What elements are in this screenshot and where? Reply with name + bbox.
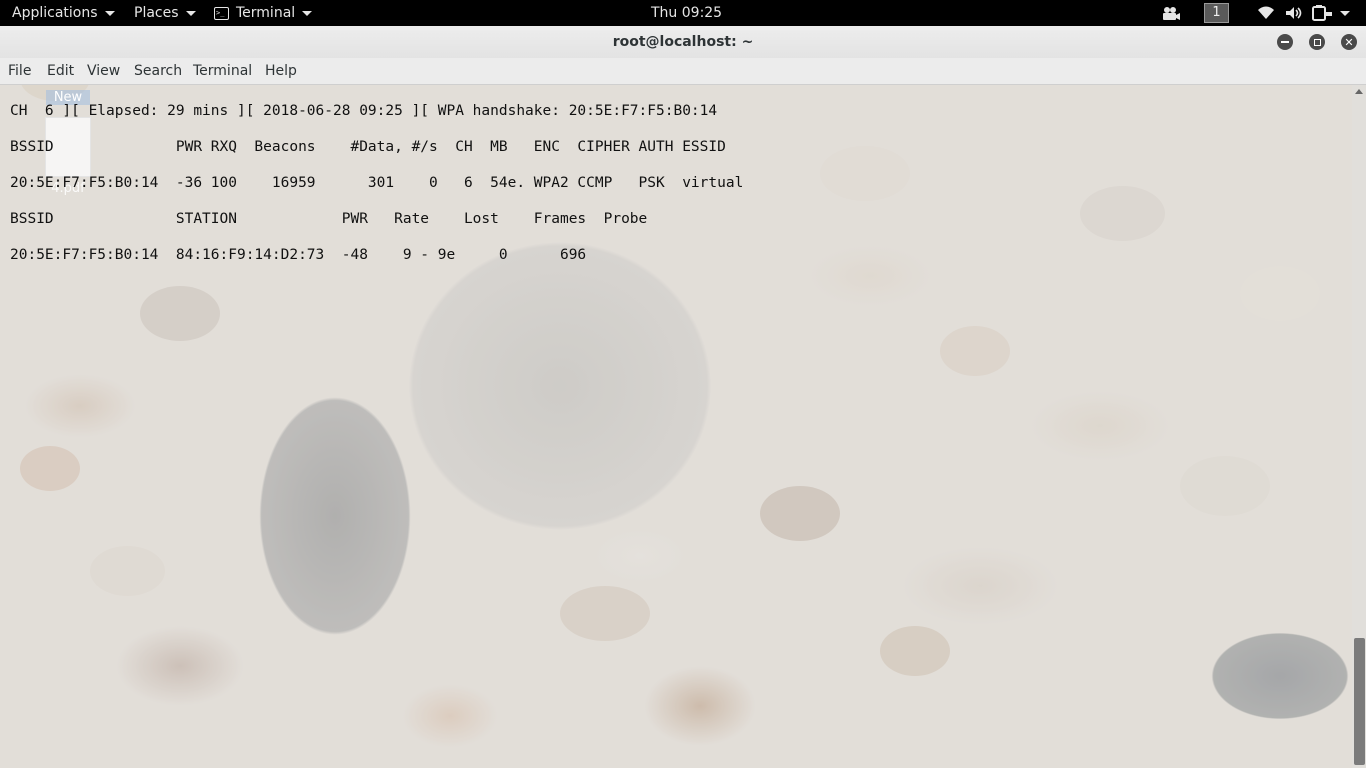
chevron-down-icon: [185, 10, 196, 16]
maximize-icon: [1313, 38, 1321, 46]
menu-terminal[interactable]: Terminal: [193, 58, 252, 84]
chevron-down-icon: [104, 10, 115, 16]
terminal-scrollbar[interactable]: [1352, 85, 1366, 768]
minimize-button[interactable]: [1277, 34, 1293, 50]
video-camera-icon[interactable]: [1162, 0, 1180, 26]
clock[interactable]: Thu 09:25: [651, 0, 722, 26]
menu-help[interactable]: Help: [265, 58, 297, 84]
window-title: root@localhost: ~: [612, 34, 754, 50]
workspace-indicator[interactable]: 1: [1204, 3, 1229, 23]
scroll-up-icon[interactable]: [1355, 89, 1363, 94]
wifi-icon[interactable]: [1257, 0, 1275, 26]
terminal-app-label: Terminal: [236, 5, 296, 21]
terminal-line-station-header: BSSID STATION PWR Rate Lost Frames Probe: [10, 211, 648, 227]
battery-plug-icon[interactable]: [1312, 0, 1332, 26]
applications-label: Applications: [12, 5, 98, 21]
maximize-button[interactable]: [1309, 34, 1325, 50]
terminal-app-menu[interactable]: Terminal: [214, 0, 313, 26]
minimize-icon: [1281, 41, 1289, 43]
places-menu[interactable]: Places: [134, 0, 196, 26]
menu-file[interactable]: File: [8, 58, 31, 84]
terminal-line-station-row: 20:5E:F7:F5:B0:14 84:16:F9:14:D2:73 -48 …: [10, 247, 587, 263]
chevron-down-icon: [302, 10, 313, 16]
terminal-line-ap-row: 20:5E:F7:F5:B0:14 -36 100 16959 301 0 6 …: [10, 175, 744, 191]
top-panel: Applications Places Terminal Thu 09:25 1: [0, 0, 1366, 26]
places-label: Places: [134, 5, 179, 21]
close-icon: ✕: [1344, 35, 1354, 49]
menu-search[interactable]: Search: [134, 58, 182, 84]
terminal-line-ap-header: BSSID PWR RXQ Beacons #Data, #/s CH MB E…: [10, 139, 726, 155]
menu-edit[interactable]: Edit: [47, 58, 74, 84]
scrollbar-thumb[interactable]: [1354, 638, 1365, 765]
terminal-line-status: CH 6 ][ Elapsed: 29 mins ][ 2018-06-28 0…: [10, 103, 718, 119]
clock-label: Thu 09:25: [651, 5, 723, 21]
system-menu-caret-icon[interactable]: [1340, 0, 1350, 26]
terminal-icon: [214, 0, 229, 26]
menubar: File Edit View Search Terminal Help: [0, 58, 1366, 85]
applications-menu[interactable]: Applications: [12, 0, 115, 26]
terminal-window: root@localhost: ~ ✕ File Edit View Searc…: [0, 26, 1366, 768]
volume-icon[interactable]: [1285, 0, 1303, 26]
close-button[interactable]: ✕: [1341, 34, 1357, 50]
terminal-output[interactable]: CH 6 ][ Elapsed: 29 mins ][ 2018-06-28 0…: [0, 85, 1352, 768]
menu-view[interactable]: View: [87, 58, 120, 84]
window-titlebar[interactable]: root@localhost: ~ ✕: [0, 26, 1366, 59]
